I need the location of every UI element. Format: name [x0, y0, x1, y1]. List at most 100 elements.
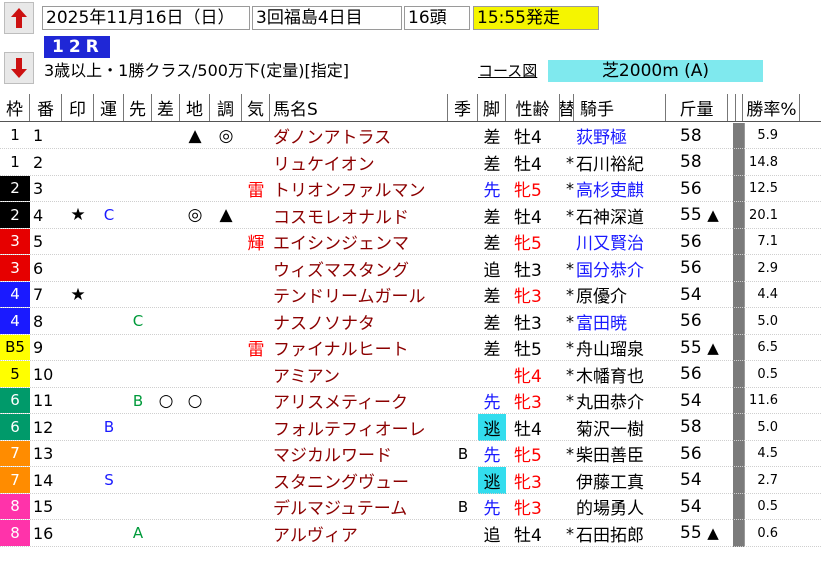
front-header[interactable]: 先	[124, 94, 152, 121]
horse-name-header[interactable]: 馬名S	[270, 94, 448, 121]
table-row[interactable]: 7 13 マジカルワード B 先牝5 * 柴田善臣 56 4.5	[0, 440, 821, 468]
win-rate: 0.6	[744, 520, 800, 547]
rate-bar	[733, 414, 744, 441]
sex-age: 牡4	[514, 128, 542, 149]
horse-name[interactable]: フォルテフィオーレ	[270, 414, 448, 441]
sex-age: 牡3	[514, 313, 542, 334]
table-row[interactable]: 7 14 S スタニングヴュー 逃牝3 伊藤工真 54 2.7	[0, 467, 821, 494]
mood-header[interactable]: 気	[242, 94, 270, 121]
mark-header[interactable]: 印	[62, 94, 94, 121]
local-mark	[180, 282, 210, 309]
table-row[interactable]: 3 6 ウィズマスタング 追牡3 * 国分恭介 56 2.9	[0, 255, 821, 282]
horse-name[interactable]: アミアン	[270, 361, 448, 388]
course-map-link[interactable]: コース図	[478, 61, 537, 81]
table-row[interactable]: 1 2 リュケイオン 差牡4 * 石川裕紀 58 14.8	[0, 149, 821, 176]
closer-mark	[152, 202, 180, 229]
horse-name[interactable]: スタニングヴュー	[270, 467, 448, 494]
training-header[interactable]: 調	[210, 94, 242, 121]
horse-name[interactable]: ダノンアトラス	[270, 123, 448, 150]
change-header[interactable]: 替	[560, 94, 574, 121]
local-header[interactable]: 地	[180, 94, 210, 121]
jockey-change: *	[566, 444, 574, 464]
horse-name[interactable]: デルマジュテーム	[270, 494, 448, 521]
horse-name[interactable]: エイシンジェンマ	[270, 229, 448, 256]
sex-age: 牡4	[514, 154, 542, 175]
jockey-name: 石川裕紀	[576, 154, 644, 175]
weight-header[interactable]: 斤量	[666, 94, 728, 121]
table-row[interactable]: 1 1 ▲ ◎ ダノンアトラス 差牡4 荻野極 58 5.9	[0, 122, 821, 150]
running-style: 先	[483, 393, 501, 414]
sex-age: 牝3	[514, 287, 542, 308]
training-mark	[210, 335, 242, 362]
front-mark	[124, 123, 152, 150]
next-race-button[interactable]	[4, 52, 34, 84]
horse-name[interactable]: トリオンファルマン	[270, 176, 448, 203]
mood-mark: 輝	[247, 234, 265, 255]
table-row[interactable]: 6 12 B フォルテフィオーレ 逃牡4 菊沢一樹 58 5.0	[0, 414, 821, 441]
table-row[interactable]: 2 4 ★ C ◎ ▲ コスモレオナルド差牡4 * 石神深道 55 20.1 ▲	[0, 202, 821, 229]
horse-name[interactable]: テンドリームガール	[270, 282, 448, 309]
table-row[interactable]: 8 15 デルマジュテーム B 先牝3 的場勇人 54 0.5	[0, 493, 821, 521]
sex-age: 牝5	[514, 181, 542, 202]
closer-header[interactable]: 差	[152, 94, 180, 121]
front-mark	[124, 414, 152, 441]
number-header[interactable]: 番	[30, 94, 62, 121]
weight: 56	[680, 364, 702, 385]
row-divider	[0, 545, 821, 547]
table-row[interactable]: 5 10 アミアン 牝4 * 木幡育也 56 0.5	[0, 361, 821, 388]
jockey-header[interactable]: 騎手	[574, 94, 666, 121]
horse-name[interactable]: コスモレオナルド	[270, 202, 448, 229]
table-row[interactable]: B5 9 雷ファイナルヒート差牡5 * 舟山瑠泉 55 6.5 ▲	[0, 334, 821, 362]
table-row[interactable]: 4 8 C ナスノソナタ 差牡3 * 富田暁 56 5.0	[0, 308, 821, 335]
gate-number: 6	[0, 387, 30, 414]
weight: 56	[680, 178, 702, 199]
front-mark	[124, 176, 152, 203]
horse-number: 3	[33, 179, 44, 199]
jockey-change: *	[566, 311, 574, 331]
table-row[interactable]: 2 3 雷トリオンファルマン 先牝5 * 高杉吏麒 56 12.5	[0, 175, 821, 203]
rate-bar	[733, 202, 744, 229]
jockey-name: 菊沢一樹	[576, 419, 644, 440]
season-mark	[448, 520, 478, 547]
sex-age-header[interactable]: 性齢	[506, 94, 560, 121]
table-row[interactable]: 8 16 A アルヴィア追牡4 * 石田拓郎 55 0.6 ▲	[0, 520, 821, 547]
horse-name[interactable]: アリスメティーク	[270, 388, 448, 415]
win-rate: 5.9	[744, 122, 800, 149]
running-style: 差	[483, 313, 501, 334]
win-rate: 6.5	[744, 334, 800, 361]
horse-number: 1	[33, 126, 44, 146]
prev-race-button[interactable]	[4, 2, 34, 34]
jockey-change	[560, 414, 574, 441]
jockey-name: 柴田善臣	[576, 446, 644, 467]
horse-name[interactable]: ナスノソナタ	[270, 308, 448, 335]
closer-mark	[152, 467, 180, 494]
race-conditions: 3歳以上・1勝クラス/500万下(定量)[指定]	[44, 61, 349, 80]
horse-name[interactable]: リュケイオン	[270, 149, 448, 176]
horse-name[interactable]: アルヴィア	[270, 520, 448, 547]
gate-number: 1	[0, 122, 30, 149]
table-row[interactable]: 3 5 輝エイシンジェンマ 差牝5 川又賢治 56 7.1	[0, 228, 821, 256]
gate-header[interactable]: 枠	[0, 94, 30, 121]
win-rate-header[interactable]: 勝率%	[744, 94, 800, 121]
mark	[62, 388, 94, 415]
season-header[interactable]: 季	[448, 94, 478, 121]
sex-age: 牡3	[514, 260, 542, 281]
training-mark: ◎	[218, 125, 234, 146]
luck-mark	[94, 388, 124, 415]
table-row[interactable]: 4 7 ★ テンドリームガール 差牝3 * 原優介 54 4.4	[0, 281, 821, 309]
running-style-header[interactable]: 脚	[478, 94, 506, 121]
horse-number: 9	[33, 338, 44, 358]
horse-name[interactable]: マジカルワード	[270, 441, 448, 468]
season-mark	[448, 149, 478, 176]
mood-mark	[242, 202, 270, 229]
closer-mark	[152, 361, 180, 388]
horse-name[interactable]: ウィズマスタング	[270, 255, 448, 282]
table-row[interactable]: 6 11 B ○ ○ アリスメティーク 先牝3 * 丸田恭介 54 11.6	[0, 387, 821, 415]
horse-name[interactable]: ファイナルヒート	[270, 335, 448, 362]
gate-number: 4	[0, 308, 30, 335]
luck-header[interactable]: 運	[94, 94, 124, 121]
race-header: 2025年11月16日（日） 3回福島4日目 16頭 15:55発走 12R 3…	[0, 0, 821, 92]
jockey-name: 舟山瑠泉	[576, 340, 644, 361]
rate-bar	[733, 493, 744, 520]
weight: 56	[680, 443, 702, 464]
